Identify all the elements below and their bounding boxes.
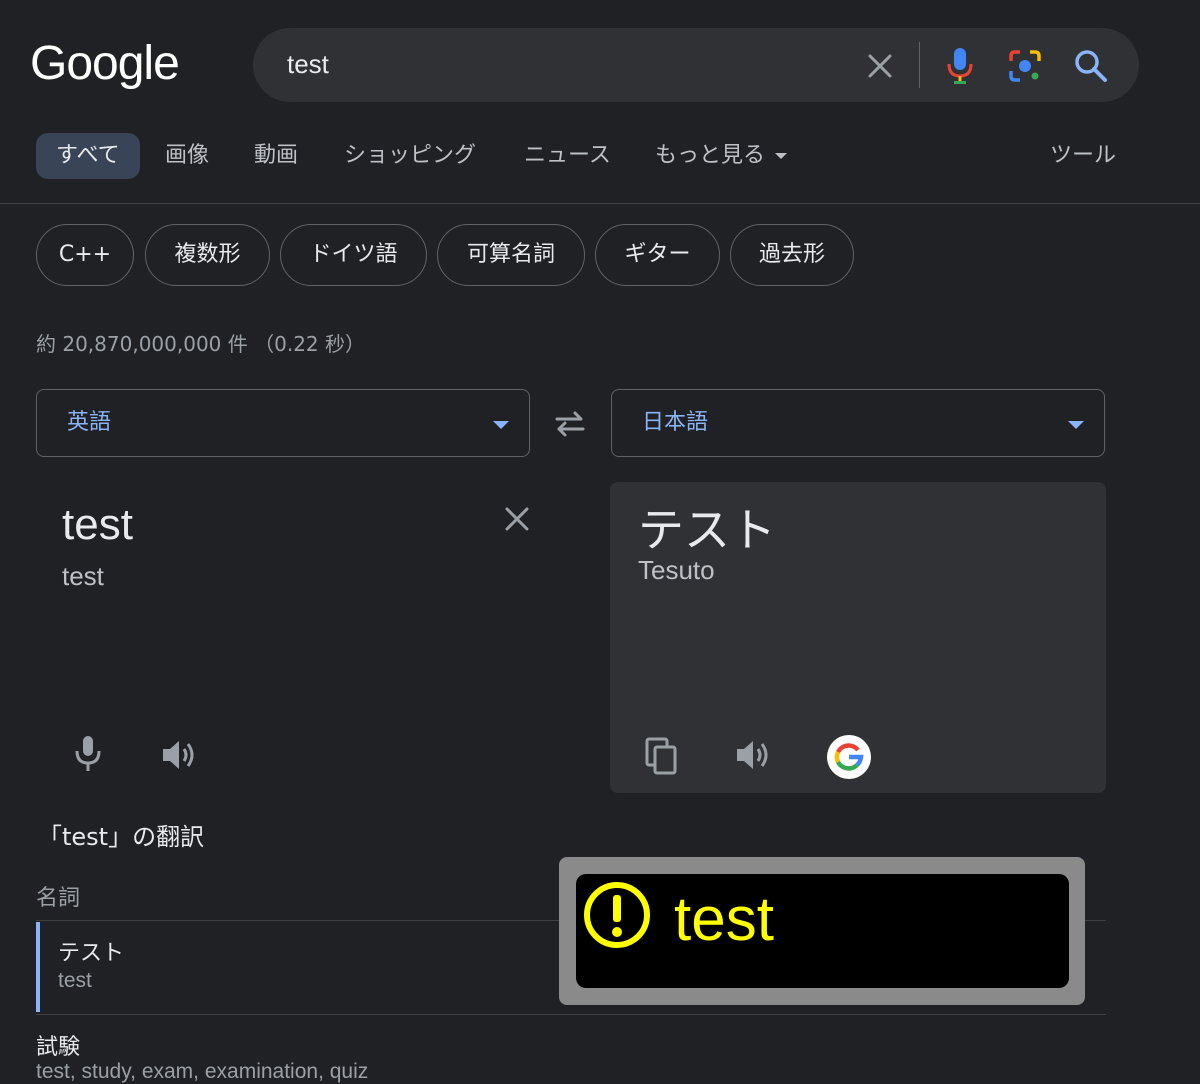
translation-entry-word[interactable]: 試験 (36, 1029, 80, 1061)
source-language-label: 英語 (67, 410, 112, 435)
source-text[interactable]: test (62, 500, 133, 550)
chip-countable-noun[interactable]: 可算名詞 (437, 224, 585, 286)
chip-plural[interactable]: 複数形 (145, 224, 270, 286)
target-text: テスト (638, 503, 776, 557)
tools-button[interactable]: ツール (1030, 133, 1136, 179)
copy-icon[interactable] (644, 736, 680, 776)
google-lens-icon[interactable] (1006, 47, 1044, 85)
swap-languages-icon[interactable] (553, 407, 587, 441)
divider (36, 1014, 1106, 1015)
warning-circle-icon (584, 882, 650, 948)
source-mic-icon[interactable] (72, 734, 104, 774)
tab-news[interactable]: ニュース (504, 133, 631, 179)
tab-shopping[interactable]: ショッピング (324, 133, 496, 179)
target-language-label: 日本語 (642, 410, 709, 435)
source-language-select[interactable]: 英語 (36, 389, 530, 457)
translation-entry-word[interactable]: テスト (58, 935, 124, 967)
clear-source-icon[interactable] (500, 502, 534, 536)
target-transliteration: Tesuto (638, 555, 715, 585)
translation-entry-synonyms: test (58, 969, 92, 992)
translation-entry-synonyms: test, study, exam, examination, quiz (36, 1060, 369, 1083)
tab-more-label: もっと見る (655, 143, 766, 168)
voice-search-mic-icon[interactable] (944, 46, 976, 86)
google-logo[interactable]: Google (30, 36, 180, 91)
result-stats: 約 20,870,000,000 件 （0.22 秒） (36, 332, 366, 356)
source-transliteration: test (62, 561, 104, 591)
chip-past-tense[interactable]: 過去形 (730, 224, 854, 286)
dropdown-arrow-icon (1068, 421, 1084, 429)
search-icon[interactable] (1072, 47, 1110, 85)
chip-guitar[interactable]: ギター (595, 224, 720, 286)
tab-videos[interactable]: 動画 (234, 133, 318, 179)
clear-search-icon[interactable] (862, 48, 898, 84)
source-speaker-icon[interactable] (160, 737, 198, 773)
target-speaker-icon[interactable] (734, 737, 772, 773)
selected-entry-indicator (36, 922, 40, 1012)
dropdown-arrow-icon (493, 421, 509, 429)
translations-title: 「test」の翻訳 (38, 823, 205, 851)
chevron-down-icon (775, 153, 788, 159)
header-divider (0, 203, 1200, 204)
google-g-icon (834, 743, 864, 771)
google-translate-link[interactable] (827, 735, 871, 779)
tab-more[interactable]: もっと見る (635, 133, 807, 179)
tab-all[interactable]: すべて (36, 133, 140, 179)
tab-images[interactable]: 画像 (145, 133, 229, 179)
target-language-select[interactable]: 日本語 (611, 389, 1105, 457)
chip-german[interactable]: ドイツ語 (280, 224, 427, 286)
part-of-speech-label: 名詞 (36, 886, 81, 911)
search-divider (919, 42, 920, 88)
search-input[interactable]: test (287, 49, 329, 80)
alert-overlay-text: test (674, 885, 774, 954)
chip-cpp[interactable]: C++ (36, 224, 134, 286)
